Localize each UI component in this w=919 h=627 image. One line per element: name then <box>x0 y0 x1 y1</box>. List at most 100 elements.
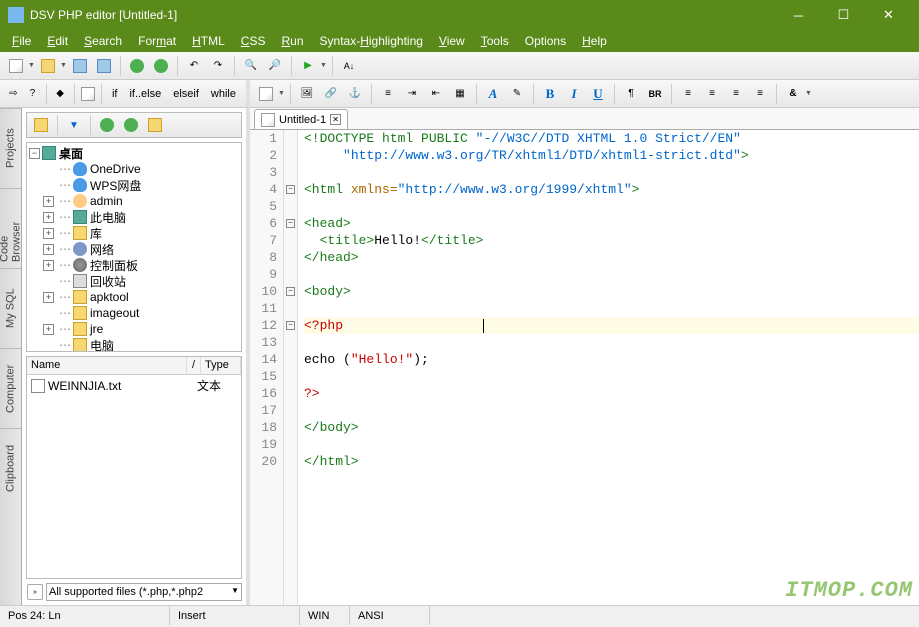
align-justify-button[interactable]: ≡ <box>749 83 771 105</box>
list-button[interactable]: ≡ <box>377 83 399 105</box>
close-button[interactable]: ✕ <box>866 0 911 30</box>
indent-button[interactable]: ⇥ <box>401 83 423 105</box>
br-button[interactable]: BR <box>644 83 666 105</box>
code-line[interactable] <box>304 368 919 385</box>
menu-tools[interactable]: Tools <box>473 32 517 50</box>
fb-back-button[interactable] <box>96 114 118 136</box>
open-file-button[interactable] <box>37 55 59 77</box>
close-tab-icon[interactable]: ✕ <box>330 114 341 125</box>
code-line[interactable] <box>304 334 919 351</box>
menu-search[interactable]: Search <box>76 32 130 50</box>
code-line[interactable]: </head> <box>304 249 919 266</box>
col-type[interactable]: Type <box>201 357 241 374</box>
snippet-if[interactable]: if <box>107 83 123 105</box>
code-line[interactable]: </html> <box>304 453 919 470</box>
tree-item[interactable]: +⋯此电脑 <box>29 209 239 225</box>
tree-item[interactable]: +⋯jre <box>29 321 239 337</box>
code-line[interactable]: <?php <box>304 317 919 334</box>
browser-back-button[interactable] <box>126 55 148 77</box>
tree-item[interactable]: +⋯控制面板 <box>29 257 239 273</box>
snippet-arrow-icon[interactable]: ⇨ <box>5 83 22 105</box>
code-line[interactable]: "http://www.w3.org/TR/xhtml1/DTD/xhtml1-… <box>304 147 919 164</box>
tree-item[interactable]: ⋯回收站 <box>29 273 239 289</box>
italic-button[interactable]: I <box>563 83 585 105</box>
bold-button[interactable]: B <box>539 83 561 105</box>
outdent-button[interactable]: ⇤ <box>425 83 447 105</box>
new-file-button[interactable] <box>5 55 27 77</box>
tree-item[interactable]: +⋯apktool <box>29 289 239 305</box>
code-line[interactable]: ?> <box>304 385 919 402</box>
minimize-button[interactable]: ─ <box>776 0 821 30</box>
snippet-while[interactable]: while <box>206 83 241 105</box>
underline-button[interactable]: U <box>587 83 609 105</box>
menu-options[interactable]: Options <box>517 32 574 50</box>
snippet-ifelse[interactable]: if..else <box>124 83 166 105</box>
filter-expand-button[interactable]: » <box>27 584 43 600</box>
search-button[interactable]: 🔍 <box>240 55 262 77</box>
menu-run[interactable]: Run <box>273 32 311 50</box>
code-lines[interactable]: <!DOCTYPE html PUBLIC "-//W3C//DTD XHTML… <box>298 130 919 605</box>
menu-file[interactable]: File <box>4 32 39 50</box>
file-filter-dropdown[interactable]: All supported files (*.php,*.php2 ▼ <box>46 583 242 601</box>
maximize-button[interactable]: ☐ <box>821 0 866 30</box>
menu-format[interactable]: Format <box>130 32 184 50</box>
code-line[interactable] <box>304 402 919 419</box>
align-right-button[interactable]: ≡ <box>725 83 747 105</box>
format-button[interactable]: A↓ <box>338 55 360 77</box>
table-button[interactable]: ▦ <box>449 83 471 105</box>
sidetab-computer[interactable]: Computer <box>0 348 21 428</box>
code-line[interactable]: <html xmlns="http://www.w3.org/1999/xhtm… <box>304 181 919 198</box>
file-list[interactable]: Name / Type WEINNJIA.txt文本 <box>26 356 242 579</box>
save-all-button[interactable] <box>93 55 115 77</box>
code-line[interactable] <box>304 198 919 215</box>
redo-button[interactable]: ↷ <box>207 55 229 77</box>
tree-item[interactable]: +⋯admin <box>29 193 239 209</box>
snippet-tag-icon[interactable]: ◆ <box>52 83 69 105</box>
menu-css[interactable]: CSS <box>233 32 274 50</box>
menu-edit[interactable]: Edit <box>39 32 76 50</box>
code-line[interactable] <box>304 300 919 317</box>
tree-item[interactable]: +⋯库 <box>29 225 239 241</box>
fb-up-button[interactable] <box>144 114 166 136</box>
anchor-button[interactable]: ⚓ <box>344 83 366 105</box>
fb-forward-button[interactable] <box>120 114 142 136</box>
align-left-button[interactable]: ≡ <box>677 83 699 105</box>
tree-item[interactable]: ⋯imageout <box>29 305 239 321</box>
menu-syntax-highlighting[interactable]: Syntax-Highlighting <box>312 32 431 50</box>
sidetab-projects[interactable]: Projects <box>0 108 21 188</box>
col-name[interactable]: Name <box>27 357 187 374</box>
tree-item[interactable]: ⋯OneDrive <box>29 161 239 177</box>
undo-button[interactable]: ↶ <box>183 55 205 77</box>
code-line[interactable]: <head> <box>304 215 919 232</box>
code-line[interactable] <box>304 436 919 453</box>
code-line[interactable]: </body> <box>304 419 919 436</box>
menu-view[interactable]: View <box>431 32 473 50</box>
editor-tab[interactable]: Untitled-1 ✕ <box>254 109 348 129</box>
menu-html[interactable]: HTML <box>184 32 233 50</box>
tree-item[interactable]: ⋯电脑 <box>29 337 239 352</box>
fold-gutter[interactable]: −−−− <box>284 130 298 605</box>
tree-item[interactable]: +⋯网络 <box>29 241 239 257</box>
link-button[interactable]: 🔗 <box>320 83 342 105</box>
fb-refresh-button[interactable] <box>30 114 52 136</box>
highlight-button[interactable]: ✎ <box>506 83 528 105</box>
sidetab-code-browser[interactable]: Code Browser <box>0 188 21 268</box>
tree-item[interactable]: −桌面 <box>29 145 239 161</box>
align-center-button[interactable]: ≡ <box>701 83 723 105</box>
code-area[interactable]: 1234567891011121314151617181920 −−−− <!D… <box>250 130 919 605</box>
tree-item[interactable]: ⋯WPS网盘 <box>29 177 239 193</box>
browser-home-button[interactable] <box>150 55 172 77</box>
snippet-doc-icon[interactable] <box>79 83 96 105</box>
col-sort-icon[interactable]: / <box>187 357 201 374</box>
snippet-question-icon[interactable]: ? <box>24 83 41 105</box>
image-button[interactable]: 🖼 <box>296 83 318 105</box>
font-italic-icon[interactable]: A <box>482 83 504 105</box>
code-line[interactable] <box>304 164 919 181</box>
snippet-elseif[interactable]: elseif <box>168 83 204 105</box>
replace-button[interactable]: 🔎 <box>264 55 286 77</box>
fb-filter-button[interactable]: ▼ <box>63 114 85 136</box>
sidetab-clipboard[interactable]: Clipboard <box>0 428 21 508</box>
file-row[interactable]: WEINNJIA.txt文本 <box>27 375 241 396</box>
code-line[interactable] <box>304 266 919 283</box>
paragraph-button[interactable]: ¶ <box>620 83 642 105</box>
